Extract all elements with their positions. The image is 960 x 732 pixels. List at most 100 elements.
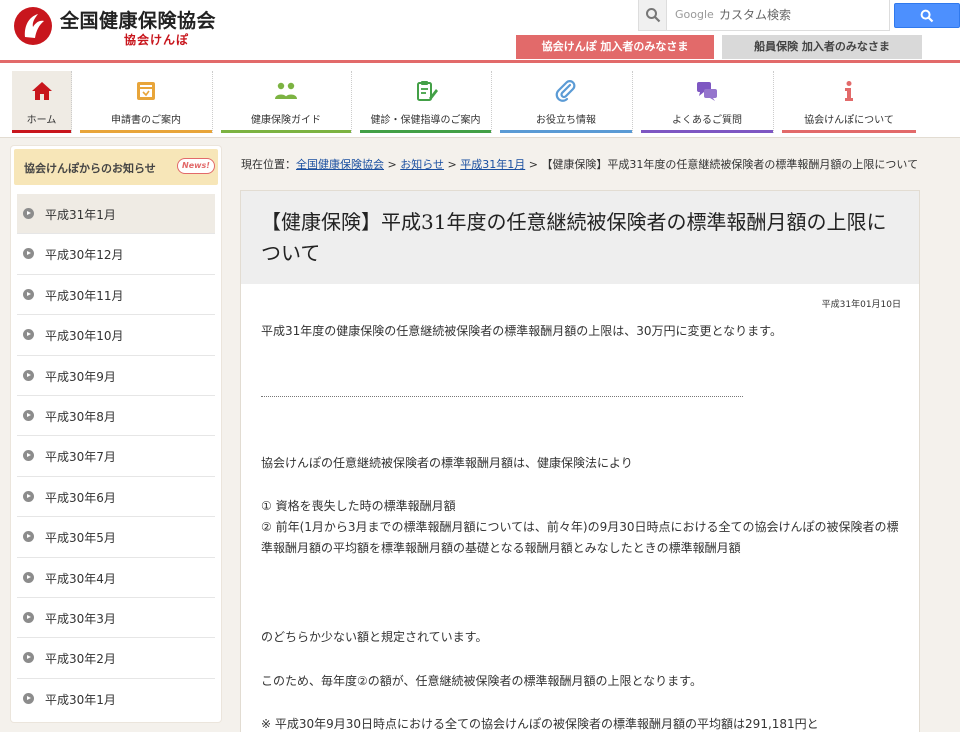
sidebar-item-label: 平成30年5月 bbox=[45, 531, 116, 546]
arrow-bullet-icon bbox=[23, 490, 34, 502]
nav-guide-label: 健康保険ガイド bbox=[251, 115, 321, 126]
news-sidebar: 協会けんぽからのお知らせ News! 平成31年1月 平成30年12月 平成30… bbox=[11, 146, 221, 722]
article-note: ※ 平成30年9月30日時点における全ての協会けんぽの被保険者の標準報酬月額の平… bbox=[261, 717, 819, 731]
search-magnifier-icon bbox=[639, 0, 667, 30]
search-input[interactable] bbox=[719, 5, 883, 25]
sidebar-item-h30-11[interactable]: 平成30年11月 bbox=[17, 275, 215, 316]
nav-faq-label: よくあるご質問 bbox=[672, 115, 742, 126]
arrow-bullet-icon bbox=[23, 692, 34, 704]
arrow-bullet-icon bbox=[23, 652, 34, 664]
sidebar-month-list: 平成31年1月 平成30年12月 平成30年11月 平成30年10月 平成30年… bbox=[17, 194, 215, 719]
info-icon bbox=[845, 81, 853, 101]
sidebar-item-label: 平成30年3月 bbox=[45, 611, 116, 626]
nav-useful-info-label: お役立ち情報 bbox=[536, 115, 596, 126]
arrow-bullet-icon bbox=[23, 450, 34, 462]
breadcrumb-link-top[interactable]: 全国健康保険協会 bbox=[296, 158, 384, 171]
search-button[interactable] bbox=[894, 3, 960, 28]
sidebar-item-label: 平成30年11月 bbox=[45, 288, 124, 303]
nav-faq[interactable]: よくあるご質問 bbox=[641, 71, 774, 133]
breadcrumb-prefix: 現在位置： bbox=[241, 158, 296, 171]
logo-title: 全国健康保険協会 bbox=[60, 10, 217, 32]
nav-about[interactable]: 協会けんぽについて bbox=[782, 71, 916, 133]
breadcrumb-link-month[interactable]: 平成31年1月 bbox=[460, 158, 525, 171]
article-item-1: ① 資格を喪失した時の標準報酬月額 bbox=[261, 499, 456, 513]
logo-mark-icon bbox=[14, 7, 52, 45]
global-nav: ホーム 申請書のご案内 健康保険ガイド 健診・保健指導のご案内 お役立ち情報 よ… bbox=[0, 60, 960, 138]
sidebar-header: 協会けんぽからのお知らせ News! bbox=[14, 149, 218, 185]
tab-ship-members[interactable]: 船員保険 加入者のみなさま bbox=[722, 35, 922, 59]
people-icon bbox=[275, 82, 297, 99]
breadcrumb-separator: > bbox=[525, 158, 542, 171]
breadcrumb: 現在位置：全国健康保険協会 > お知らせ > 平成31年1月 > 【健康保険】平… bbox=[241, 156, 941, 172]
sidebar-item-label: 平成30年9月 bbox=[45, 369, 116, 384]
sidebar-item-h30-1[interactable]: 平成30年1月 bbox=[17, 679, 215, 719]
nav-useful-info[interactable]: お役立ち情報 bbox=[500, 71, 633, 133]
article-paragraph-4: このため、毎年度②の額が、任意継続被保険者の標準報酬月額の上限となります。 bbox=[261, 674, 702, 688]
sidebar-item-h30-2[interactable]: 平成30年2月 bbox=[17, 638, 215, 679]
arrow-bullet-icon bbox=[23, 248, 34, 260]
clipboard-icon bbox=[416, 81, 438, 101]
breadcrumb-link-news[interactable]: お知らせ bbox=[400, 158, 444, 171]
clip-icon bbox=[555, 80, 576, 102]
sidebar-item-h30-5[interactable]: 平成30年5月 bbox=[17, 517, 215, 558]
form-icon bbox=[137, 82, 155, 100]
news-badge: News! bbox=[177, 158, 215, 174]
article-date: 平成31年01月10日 bbox=[821, 300, 901, 310]
nav-guide[interactable]: 健康保険ガイド bbox=[221, 71, 352, 133]
sidebar-item-h30-12[interactable]: 平成30年12月 bbox=[17, 234, 215, 275]
sidebar-item-h30-10[interactable]: 平成30年10月 bbox=[17, 315, 215, 356]
sidebar-item-h30-6[interactable]: 平成30年6月 bbox=[17, 477, 215, 518]
sidebar-item-h30-7[interactable]: 平成30年7月 bbox=[17, 436, 215, 477]
chat-icon bbox=[697, 82, 717, 101]
arrow-bullet-icon bbox=[23, 208, 34, 219]
article-paragraph-3: のどちらか少ない額と規定されています。 bbox=[261, 630, 488, 644]
article-title: 【健康保険】平成31年度の任意継続被保険者の標準報酬月額の上限について bbox=[261, 210, 887, 265]
nav-about-label: 協会けんぽについて bbox=[804, 115, 894, 126]
dotted-divider bbox=[261, 396, 743, 397]
breadcrumb-separator: > bbox=[444, 158, 461, 171]
site-header: 全国健康保険協会 協会けんぽ Google 協会けんぽ 加入者のみなさま 船員保… bbox=[0, 0, 960, 60]
sidebar-item-h30-9[interactable]: 平成30年9月 bbox=[17, 356, 215, 396]
arrow-bullet-icon bbox=[23, 329, 34, 341]
article-paragraph-1: 平成31年度の健康保険の任意継続被保険者の標準報酬月額の上限は、30万円に変更と… bbox=[261, 324, 782, 338]
nav-home[interactable]: ホーム bbox=[12, 71, 72, 133]
sidebar-item-h31-1[interactable]: 平成31年1月 bbox=[17, 194, 215, 235]
article-title-box: 【健康保険】平成31年度の任意継続被保険者の標準報酬月額の上限について bbox=[241, 191, 919, 284]
nav-home-label: ホーム bbox=[26, 115, 57, 126]
sidebar-item-label: 平成30年8月 bbox=[45, 409, 116, 424]
tab-kyokai-members[interactable]: 協会けんぽ 加入者のみなさま bbox=[516, 35, 714, 59]
site-logo[interactable]: 全国健康保険協会 協会けんぽ bbox=[14, 5, 244, 47]
nav-checkup-label: 健診・保健指導のご案内 bbox=[370, 115, 481, 126]
sidebar-title: 協会けんぽからのお知らせ bbox=[24, 162, 156, 175]
search-icon bbox=[920, 9, 934, 23]
google-brand-label: Google bbox=[675, 8, 714, 21]
article-paragraph-2: 協会けんぽの任意継続被保険者の標準報酬月額は、健康保険法により bbox=[261, 456, 633, 470]
sidebar-item-label: 平成31年1月 bbox=[45, 208, 116, 222]
arrow-bullet-icon bbox=[23, 288, 34, 300]
nav-forms[interactable]: 申請書のご案内 bbox=[80, 71, 213, 133]
arrow-bullet-icon bbox=[23, 409, 34, 421]
article-item-2: ② 前年(1月から3月までの標準報酬月額については、前々年)の9月30日時点にお… bbox=[261, 520, 899, 555]
sidebar-item-label: 平成30年12月 bbox=[45, 248, 124, 263]
home-icon bbox=[31, 82, 52, 100]
arrow-bullet-icon bbox=[23, 531, 34, 543]
nav-checkup[interactable]: 健診・保健指導のご案内 bbox=[360, 71, 492, 133]
sidebar-item-label: 平成30年7月 bbox=[45, 450, 116, 465]
sidebar-item-h30-8[interactable]: 平成30年8月 bbox=[17, 396, 215, 437]
sidebar-item-label: 平成30年4月 bbox=[45, 571, 116, 586]
arrow-bullet-icon bbox=[23, 611, 34, 623]
sidebar-item-label: 平成30年1月 bbox=[45, 692, 116, 707]
sidebar-item-label: 平成30年2月 bbox=[45, 652, 116, 667]
nav-forms-label: 申請書のご案内 bbox=[111, 115, 181, 126]
arrow-bullet-icon bbox=[23, 571, 34, 583]
article-panel: 【健康保険】平成31年度の任意継続被保険者の標準報酬月額の上限について 平成31… bbox=[240, 190, 920, 732]
arrow-bullet-icon bbox=[23, 369, 34, 381]
sidebar-item-label: 平成30年6月 bbox=[45, 490, 116, 505]
search-box: Google bbox=[638, 0, 890, 31]
sidebar-item-h30-3[interactable]: 平成30年3月 bbox=[17, 598, 215, 639]
sidebar-item-label: 平成30年10月 bbox=[45, 329, 124, 344]
sidebar-item-h30-4[interactable]: 平成30年4月 bbox=[17, 558, 215, 598]
breadcrumb-separator: > bbox=[384, 158, 401, 171]
breadcrumb-current: 【健康保険】平成31年度の任意継続被保険者の標準報酬月額の上限について bbox=[541, 158, 919, 171]
logo-subtitle: 協会けんぽ bbox=[124, 33, 190, 47]
